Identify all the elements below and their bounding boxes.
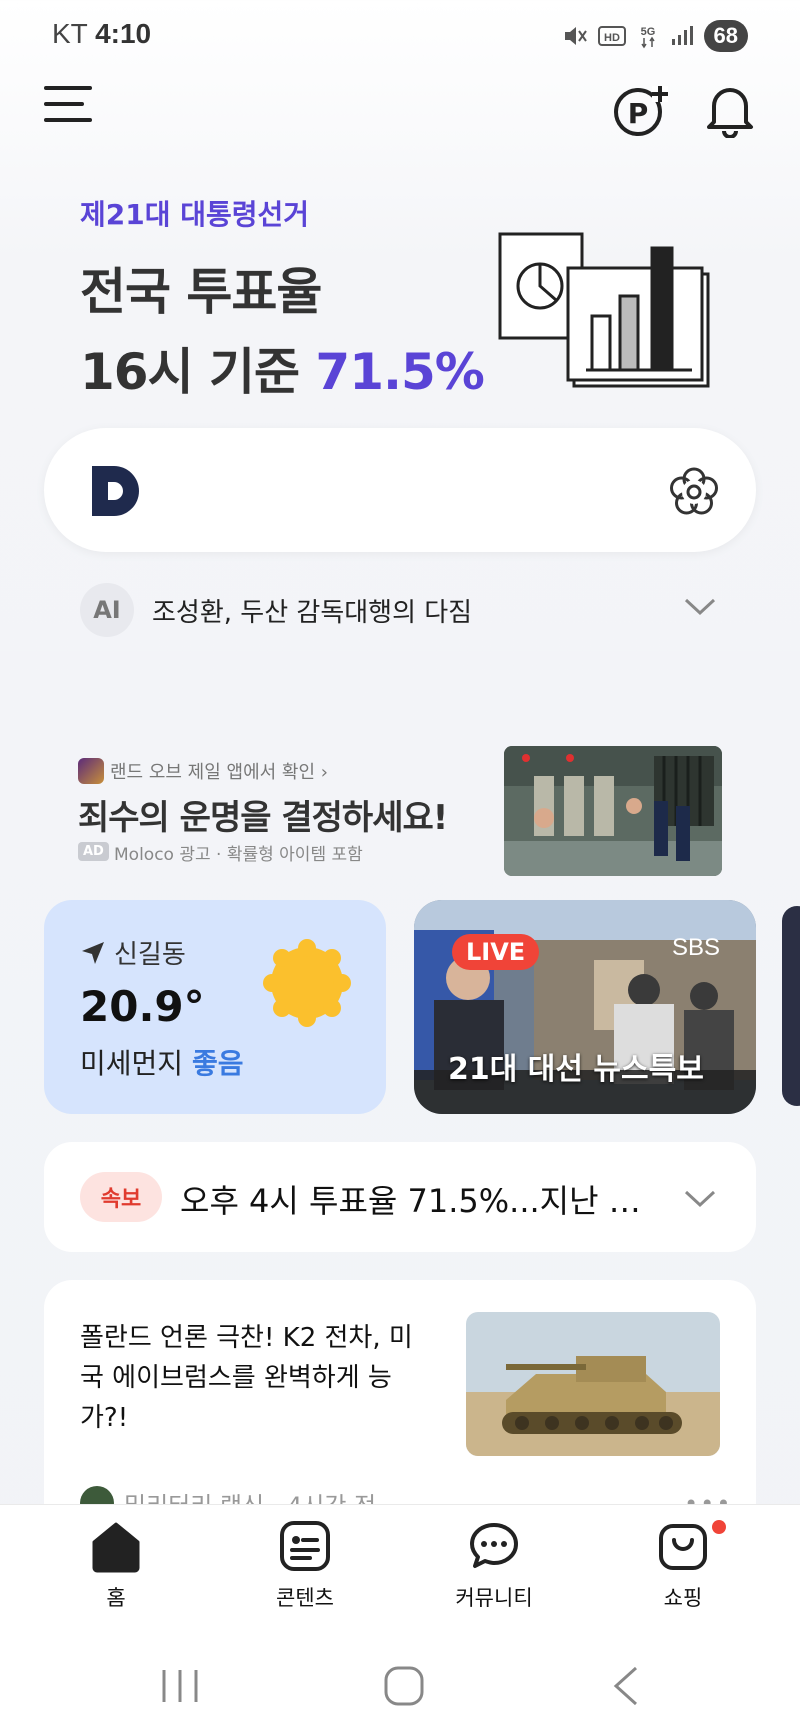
carrier: KT [52,18,88,49]
election-subtitle[interactable]: 제21대 대통령선거 [80,193,309,233]
nav-content[interactable]: 콘텐츠 [245,1518,365,1618]
recent-apps-button[interactable] [150,1664,210,1708]
nav-shopping-label: 쇼핑 [663,1586,703,1610]
article-title[interactable]: 폴란드 언론 극찬! K2 전차, 미국 에이브럼스를 완벽하게 능가?! [80,1318,420,1438]
election-rate[interactable]: 16시 기준 71.5% [80,332,485,404]
home-system-button[interactable] [374,1664,434,1708]
ad-image[interactable] [504,746,722,876]
battery-level: 68 [703,20,748,52]
bell-icon [707,88,753,139]
status-bar-left: KT 4:10 [52,18,151,50]
svg-text:P: P [628,97,649,130]
nav-content-label: 콘텐츠 [276,1586,334,1610]
breaking-badge: 속보 [80,1172,162,1222]
mute-icon [564,27,587,45]
shopping-icon [659,1524,707,1570]
ad-badge: AD [78,842,109,861]
menu-button[interactable] [44,86,96,130]
nav-home[interactable]: 홈 [56,1518,176,1618]
sunny-weather-icon [263,939,351,1027]
ad-app-icon [78,758,104,784]
nav-shopping[interactable]: 쇼핑 [623,1518,743,1618]
dust-value: 좋음 [191,1047,244,1080]
svg-text:5G: 5G [640,26,655,38]
live-title[interactable]: 21대 대선 뉴스특보 [448,1044,704,1088]
5g-icon: 5G [640,26,655,49]
search-bar[interactable] [44,428,756,552]
weather-location[interactable]: 신길동 [80,934,186,971]
live-channel: SBS [672,934,721,961]
daum-logo-icon[interactable] [90,464,144,518]
flower-icon[interactable] [668,466,720,518]
location-arrow-icon [82,941,104,964]
live-badge: LIVE [452,934,540,970]
hd-icon: HD [597,26,626,46]
weather-location-label: 신길동 [114,940,186,970]
ai-summary-text[interactable]: 조성환, 두산 감독대행의 다짐 [152,592,472,629]
election-rate-value: 71.5% [315,343,484,401]
shopping-notification-dot [712,1520,726,1534]
clock: 4:10 [95,18,152,49]
ai-badge: AI [80,583,134,637]
article-thumbnail[interactable] [466,1312,720,1456]
ad-title[interactable]: 죄수의 운명을 결정하세요! [78,790,448,839]
nav-home-label: 홈 [106,1586,126,1610]
pay-point-button[interactable]: P [612,82,668,138]
notification-button[interactable] [704,80,756,139]
weather-dust: 미세먼지 좋음 [80,1042,243,1082]
community-icon [470,1523,518,1568]
nav-community[interactable]: 커뮤니티 [434,1518,554,1618]
breaking-headline[interactable]: 오후 4시 투표율 71.5%...지난 대... [180,1176,660,1222]
next-card-peek[interactable] [782,906,800,1106]
election-title[interactable]: 전국 투표율 [80,252,322,324]
chevron-down-icon[interactable] [682,594,718,618]
back-button[interactable] [596,1664,656,1708]
status-bar-right: HD 5G 68 [562,20,748,52]
ad-source-link[interactable]: 랜드 오브 제일 앱에서 확인 › [110,758,328,784]
ad-meta: Moloco 광고 · 확률형 아이템 포함 [114,845,363,865]
weather-temperature: 20.9° [80,982,205,1031]
home-icon [92,1522,140,1573]
election-rate-prefix: 16시 기준 [80,343,300,401]
signal-icon [671,26,693,45]
pay-point-icon: P [614,86,668,136]
nav-community-label: 커뮤니티 [455,1586,533,1610]
ballot-chart-illustration [498,232,710,388]
chevron-down-icon[interactable] [682,1186,718,1210]
dust-label: 미세먼지 [80,1047,184,1080]
svg-text:HD: HD [604,32,620,44]
content-icon [280,1521,330,1571]
